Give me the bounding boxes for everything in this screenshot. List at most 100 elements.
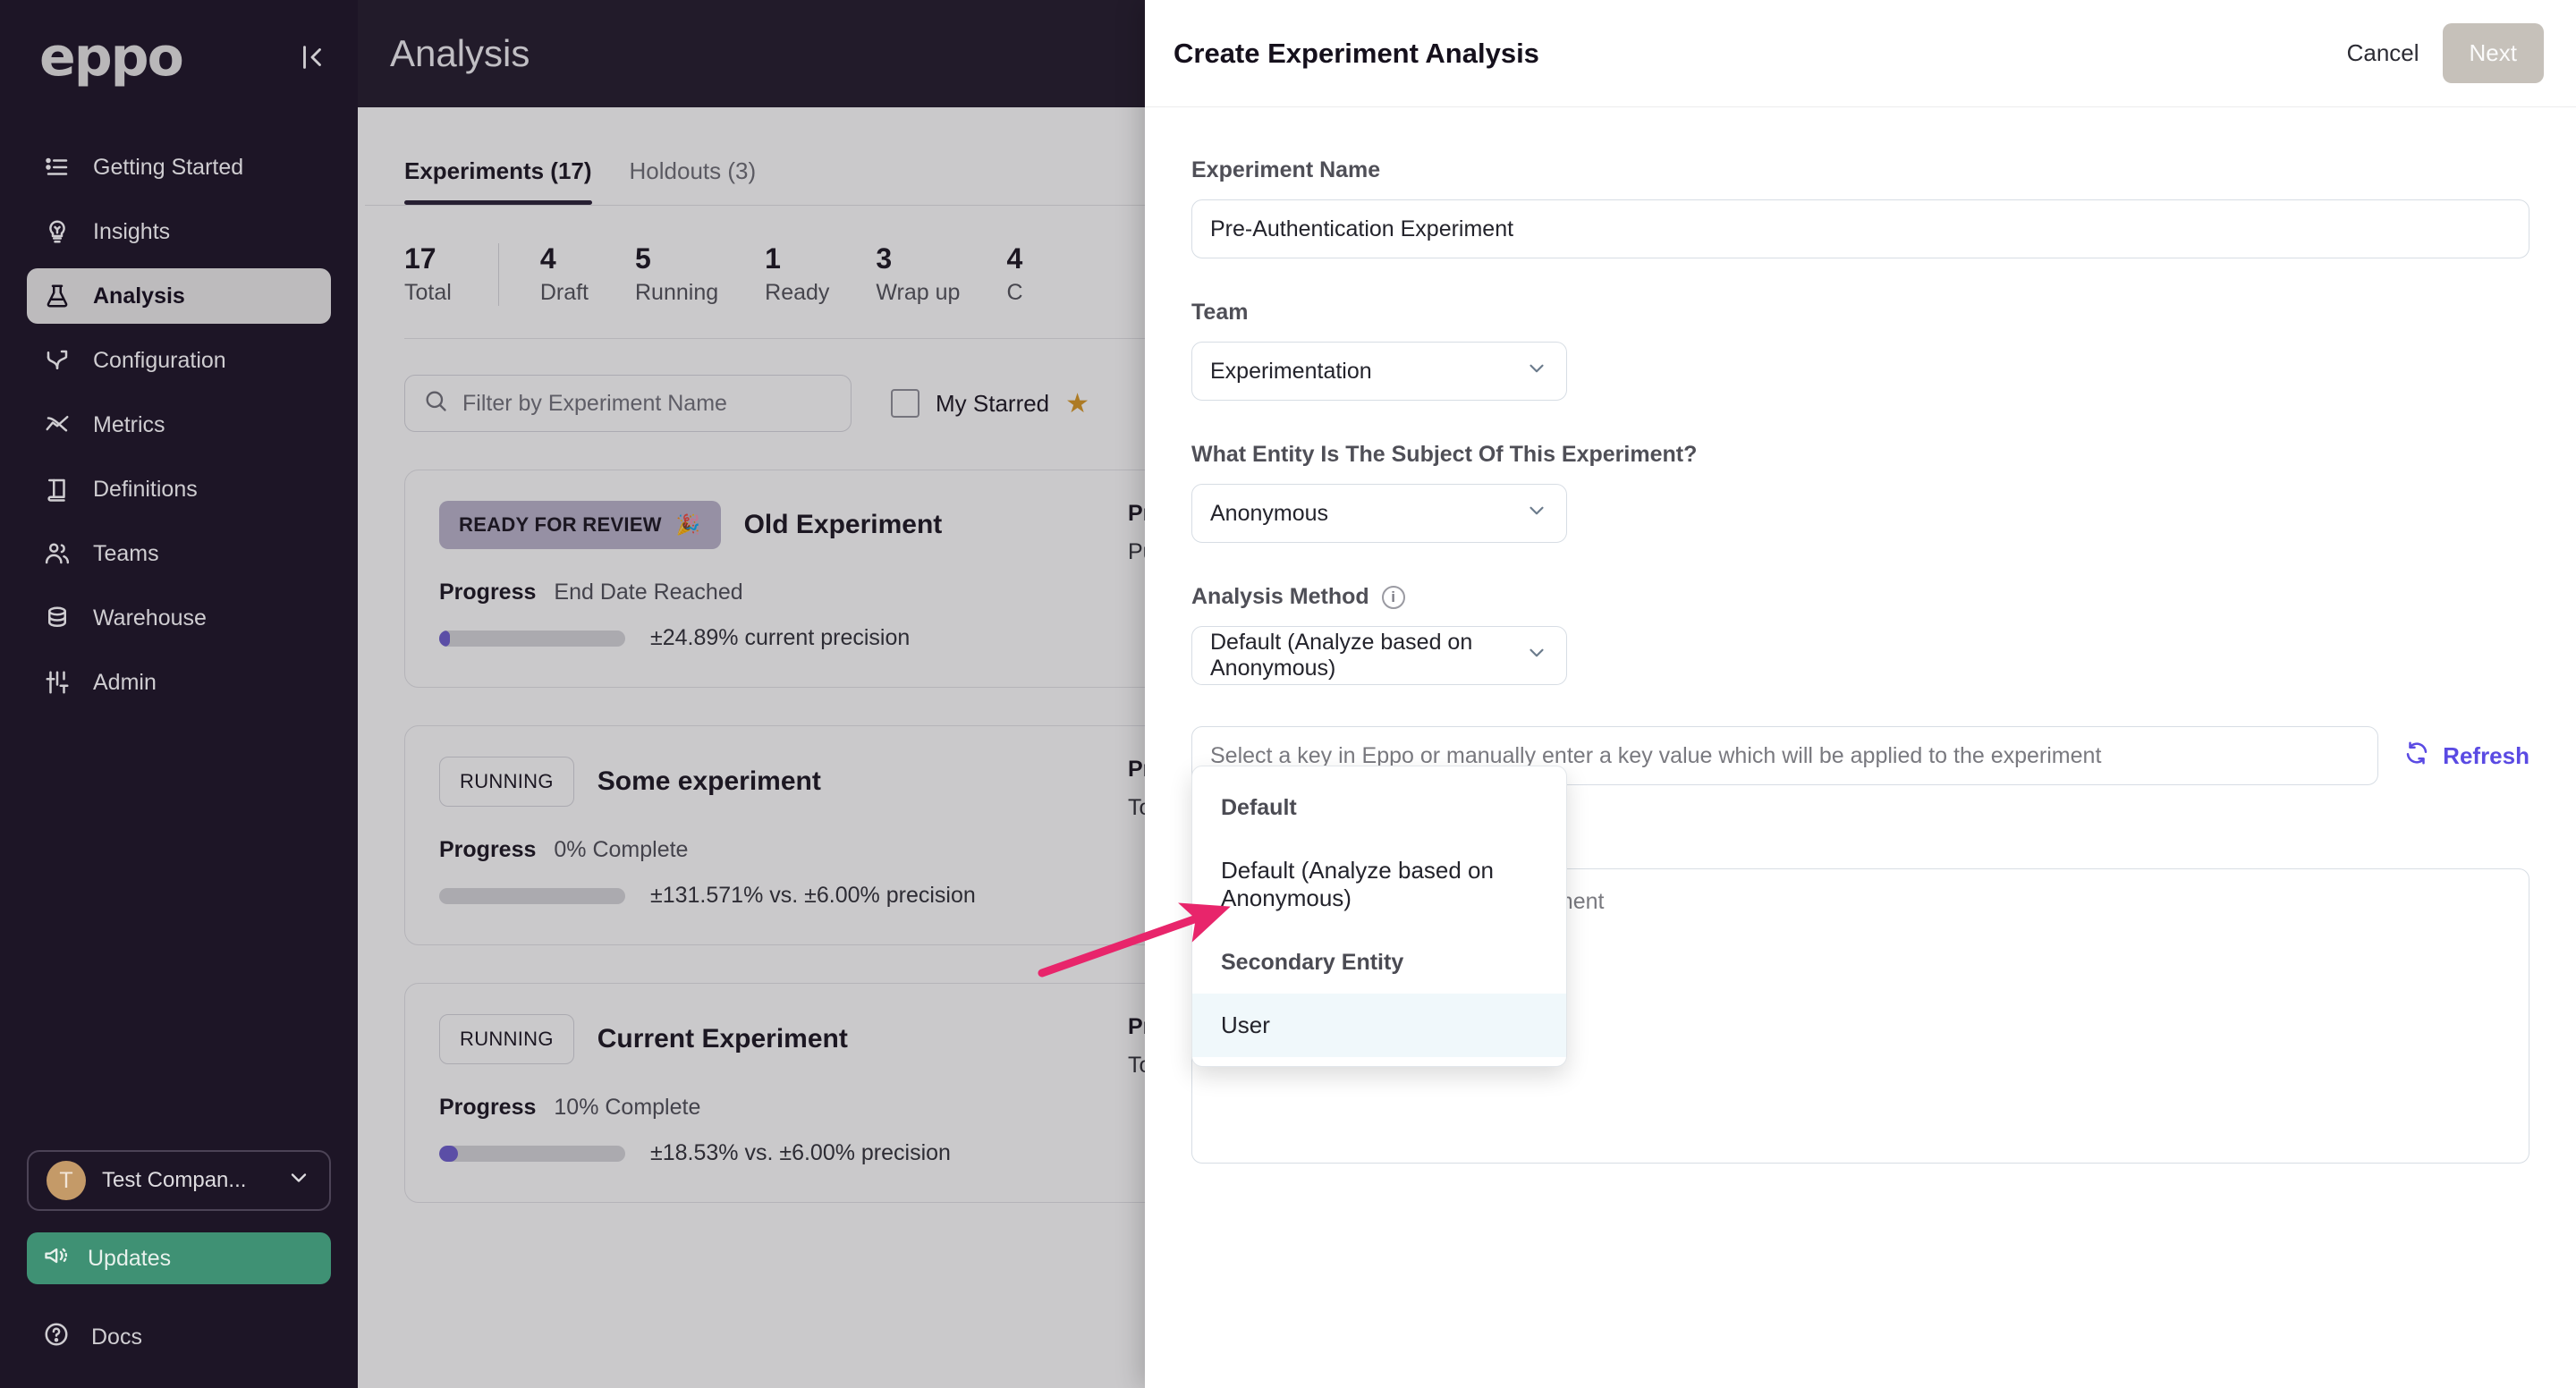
- refresh-button[interactable]: Refresh: [2403, 740, 2529, 773]
- collapse-panel-icon[interactable]: [297, 42, 327, 72]
- sidebar-item-configuration[interactable]: Configuration: [27, 333, 331, 388]
- experiment-name-label: Experiment Name: [1191, 157, 1381, 182]
- cancel-button[interactable]: Cancel: [2347, 39, 2419, 67]
- sidebar-item-label: Metrics: [93, 411, 165, 437]
- stat-label: Wrap up: [876, 280, 961, 306]
- status-badge: RUNNING: [439, 757, 574, 808]
- search-placeholder: Filter by Experiment Name: [462, 390, 727, 416]
- my-starred-filter[interactable]: My Starred ★: [891, 388, 1089, 419]
- chevron-down-icon: [1525, 641, 1548, 671]
- progress-bar: [439, 630, 625, 647]
- sidebar-item-teams[interactable]: Teams: [27, 526, 331, 581]
- stat-draft: 4 Draft: [497, 242, 635, 307]
- stat-label: Ready: [765, 280, 830, 306]
- sidebar-item-label: Admin: [93, 669, 157, 695]
- team-selected-value: Experimentation: [1210, 358, 1372, 384]
- dropdown-group-default: Default: [1221, 795, 1297, 820]
- experiment-name-input[interactable]: [1191, 199, 2529, 258]
- docs-label: Docs: [91, 1324, 142, 1350]
- docs-button[interactable]: Docs: [27, 1311, 331, 1363]
- stat-number: 4: [539, 242, 556, 275]
- analysis-method-selected-value: Default (Analyze based on Anonymous): [1210, 630, 1473, 681]
- panel-actions: Cancel Next: [2347, 23, 2544, 83]
- precision-text: ±131.571% vs. ±6.00% precision: [650, 883, 976, 909]
- entity-selected-value: Anonymous: [1210, 500, 1329, 526]
- experiment-name: Some experiment: [597, 766, 821, 797]
- sidebar-item-getting-started[interactable]: Getting Started: [27, 140, 331, 195]
- sidebar-item-label: Configuration: [93, 347, 226, 373]
- dropdown-item-user[interactable]: User: [1192, 994, 1566, 1057]
- progress-bar: [439, 887, 625, 904]
- tab-experiments[interactable]: Experiments (17): [404, 157, 592, 205]
- company-switcher[interactable]: T Test Compan...: [27, 1150, 331, 1211]
- sidebar-header: eppo: [0, 0, 358, 84]
- sidebar-item-admin[interactable]: Admin: [27, 655, 331, 710]
- sidebar-item-label: Getting Started: [93, 154, 244, 180]
- status-badge: READY FOR REVIEW 🎉: [439, 501, 721, 550]
- panel-header: Create Experiment Analysis Cancel Next: [1145, 0, 2576, 107]
- list-icon: [43, 153, 72, 182]
- progress-row: Progress 0% Complete: [439, 837, 1119, 863]
- progress-value: End Date Reached: [554, 580, 743, 605]
- stat-number: 3: [876, 242, 893, 275]
- sidebar-item-analysis[interactable]: Analysis: [27, 268, 331, 324]
- info-icon[interactable]: i: [1381, 585, 1405, 609]
- status-badge-label: READY FOR REVIEW: [459, 513, 662, 537]
- sidebar-nav: Getting Started Insights Analysis Config…: [0, 140, 358, 710]
- progress-row: Progress End Date Reached: [439, 580, 1119, 605]
- database-icon: [43, 604, 72, 632]
- progress-value: 0% Complete: [554, 837, 689, 863]
- stat-label: C: [1006, 280, 1023, 306]
- team-select[interactable]: Experimentation: [1191, 342, 1567, 401]
- analysis-method-select[interactable]: Default (Analyze based on Anonymous): [1191, 626, 1567, 685]
- stat-label: Total: [404, 280, 452, 306]
- sidebar-item-insights[interactable]: Insights: [27, 204, 331, 259]
- analysis-method-label-text: Analysis Method: [1191, 584, 1369, 609]
- progress-bar-row: ±131.571% vs. ±6.00% precision: [439, 883, 1119, 909]
- team-field: Team Experimentation: [1191, 300, 2529, 401]
- updates-button[interactable]: Updates: [27, 1232, 331, 1284]
- sidebar-item-label: Teams: [93, 540, 159, 566]
- dropdown-group-secondary-entity: Secondary Entity: [1221, 950, 1404, 975]
- precision-text: ±18.53% vs. ±6.00% precision: [650, 1140, 951, 1166]
- sidebar-item-label: Insights: [93, 218, 171, 244]
- sidebar-item-warehouse[interactable]: Warehouse: [27, 590, 331, 646]
- analysis-method-label: Analysis Method i: [1191, 584, 2529, 610]
- experiment-card-left: RUNNING Some experiment Progress 0% Comp…: [439, 757, 1119, 909]
- my-starred-checkbox[interactable]: [891, 389, 919, 419]
- stat-wrapup: 3 Wrap up: [876, 242, 1006, 306]
- stat-number: 5: [635, 242, 651, 275]
- progress-label: Progress: [439, 1095, 537, 1121]
- tab-holdouts[interactable]: Holdouts (3): [630, 157, 757, 205]
- chevron-down-icon: [1525, 499, 1548, 529]
- experiment-name-field: Experiment Name: [1191, 157, 2529, 258]
- experiment-card-left: RUNNING Current Experiment Progress 10% …: [439, 1014, 1119, 1166]
- sidebar-item-definitions[interactable]: Definitions: [27, 461, 331, 517]
- progress-row: Progress 10% Complete: [439, 1095, 1119, 1121]
- stat-number: 1: [765, 242, 781, 275]
- stat-label: Running: [635, 280, 719, 306]
- sidebar-item-label: Definitions: [93, 476, 198, 502]
- stat-label: Draft: [539, 280, 589, 306]
- stat-running: 5 Running: [635, 242, 765, 306]
- analysis-method-dropdown: Default Default (Analyze based on Anonym…: [1191, 766, 1567, 1067]
- stat-number: 4: [1006, 242, 1023, 275]
- avatar: T: [47, 1161, 86, 1200]
- next-button[interactable]: Next: [2442, 23, 2544, 83]
- status-badge-label: RUNNING: [460, 770, 554, 793]
- stat-total: 17 Total: [404, 242, 498, 306]
- stat-ready: 1 Ready: [765, 242, 876, 306]
- sidebar-item-metrics[interactable]: Metrics: [27, 397, 331, 453]
- experiment-header: READY FOR REVIEW 🎉 Old Experiment: [439, 501, 1119, 550]
- experiment-header: RUNNING Current Experiment: [439, 1014, 1119, 1065]
- megaphone-icon: [43, 1243, 68, 1274]
- panel-title: Create Experiment Analysis: [1174, 37, 1539, 69]
- precision-text: ±24.89% current precision: [650, 625, 911, 651]
- search-input[interactable]: Filter by Experiment Name: [404, 375, 852, 433]
- status-badge-label: RUNNING: [460, 1028, 554, 1051]
- experiment-header: RUNNING Some experiment: [439, 757, 1119, 808]
- dropdown-item-default-anonymous[interactable]: Default (Analyze based on Anonymous): [1192, 839, 1566, 930]
- entity-select[interactable]: Anonymous: [1191, 484, 1567, 543]
- analysis-method-field: Analysis Method i Default (Analyze based…: [1191, 584, 2529, 685]
